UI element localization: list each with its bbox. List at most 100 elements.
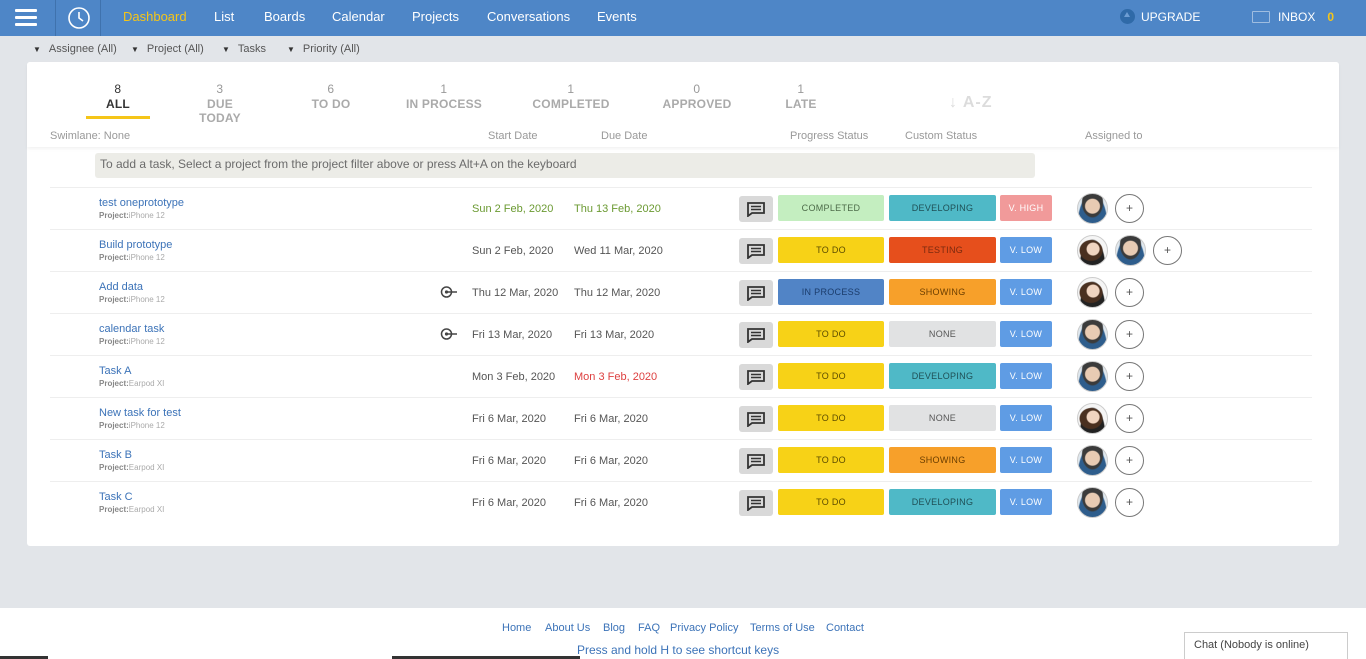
avatar[interactable] — [1115, 235, 1146, 266]
avatar[interactable] — [1077, 403, 1108, 434]
avatar[interactable] — [1077, 235, 1108, 266]
filter-tasks[interactable]: ▼ Tasks — [222, 40, 266, 58]
nav-list[interactable]: List — [214, 0, 234, 36]
task-name-link[interactable]: Task A — [99, 365, 131, 377]
nav-dashboard[interactable]: Dashboard — [123, 0, 187, 36]
comment-button[interactable] — [739, 280, 773, 306]
custom-status-badge[interactable]: SHOWING — [889, 447, 996, 473]
priority-badge[interactable]: V. LOW — [1000, 447, 1052, 473]
add-assignee-button[interactable]: + — [1115, 278, 1144, 307]
priority-badge[interactable]: V. LOW — [1000, 321, 1052, 347]
progress-status-badge[interactable]: TO DO — [778, 447, 884, 473]
add-assignee-button[interactable]: + — [1115, 194, 1144, 223]
sort-az-button[interactable]: ↓ A-Z — [949, 94, 993, 112]
priority-badge[interactable]: V. LOW — [1000, 489, 1052, 515]
priority-badge[interactable]: V. LOW — [1000, 405, 1052, 431]
add-assignee-button[interactable]: + — [1115, 446, 1144, 475]
progress-status-badge[interactable]: TO DO — [778, 405, 884, 431]
add-assignee-button[interactable]: + — [1115, 488, 1144, 517]
due-date-header[interactable]: Due Date — [601, 130, 647, 142]
tab-completed[interactable]: 1 COMPLETED — [531, 82, 611, 111]
custom-status-header[interactable]: Custom Status — [905, 130, 977, 142]
comment-button[interactable] — [739, 196, 773, 222]
task-row[interactable]: Task B Project:Earpod XI Fri 6 Mar, 2020 Fr… — [50, 439, 1312, 481]
dependency-icon[interactable] — [440, 285, 458, 299]
tab-to-do[interactable]: 6 TO DO — [301, 82, 361, 111]
custom-status-badge[interactable]: NONE — [889, 321, 996, 347]
progress-status-badge[interactable]: TO DO — [778, 321, 884, 347]
tab-late[interactable]: 1 LATE — [776, 82, 826, 111]
footer-link-about[interactable]: About Us — [545, 622, 590, 634]
footer-link-privacy[interactable]: Privacy Policy — [670, 622, 738, 634]
tab-due-today[interactable]: 3 DUE TODAY — [185, 82, 255, 125]
custom-status-badge[interactable]: SHOWING — [889, 279, 996, 305]
task-row[interactable]: Task A Project:Earpod XI Mon 3 Feb, 2020 Mo… — [50, 355, 1312, 397]
nav-projects[interactable]: Projects — [412, 0, 459, 36]
progress-status-badge[interactable]: COMPLETED — [778, 195, 884, 221]
priority-badge[interactable]: V. LOW — [1000, 237, 1052, 263]
comment-button[interactable] — [739, 406, 773, 432]
progress-status-badge[interactable]: TO DO — [778, 363, 884, 389]
progress-status-header[interactable]: Progress Status — [790, 130, 868, 142]
task-row[interactable]: test oneprototype Project:iPhone 12 Sun 2 … — [50, 187, 1312, 229]
task-name-link[interactable]: calendar task — [99, 323, 164, 335]
task-row[interactable]: calendar task Project:iPhone 12 Fri 13 Mar… — [50, 313, 1312, 355]
dependency-icon[interactable] — [440, 327, 458, 341]
nav-conversations[interactable]: Conversations — [487, 0, 570, 36]
task-row[interactable]: Add data Project:iPhone 12 Thu 12 Mar, 202… — [50, 271, 1312, 313]
task-name-link[interactable]: Task C — [99, 491, 133, 503]
avatar[interactable] — [1077, 487, 1108, 518]
add-assignee-button[interactable]: + — [1115, 362, 1144, 391]
footer-link-terms[interactable]: Terms of Use — [750, 622, 815, 634]
avatar[interactable] — [1077, 445, 1108, 476]
task-name-link[interactable]: Build prototype — [99, 239, 172, 251]
priority-badge[interactable]: V. LOW — [1000, 363, 1052, 389]
task-name-link[interactable]: Task B — [99, 449, 132, 461]
upgrade-button[interactable]: UPGRADE — [1120, 0, 1200, 36]
custom-status-badge[interactable]: NONE — [889, 405, 996, 431]
comment-button[interactable] — [739, 322, 773, 348]
task-name-link[interactable]: test oneprototype — [99, 197, 184, 209]
filter-project[interactable]: ▼ Project (All) — [131, 40, 204, 58]
avatar[interactable] — [1077, 361, 1108, 392]
avatar[interactable] — [1077, 193, 1108, 224]
comment-button[interactable] — [739, 364, 773, 390]
footer-link-home[interactable]: Home — [502, 622, 531, 634]
menu-icon[interactable] — [15, 9, 37, 27]
add-assignee-button[interactable]: + — [1115, 320, 1144, 349]
task-name-link[interactable]: New task for test — [99, 407, 181, 419]
nav-calendar[interactable]: Calendar — [332, 0, 385, 36]
comment-button[interactable] — [739, 238, 773, 264]
task-row[interactable]: Build prototype Project:iPhone 12 Sun 2 Fe… — [50, 229, 1312, 271]
comment-button[interactable] — [739, 448, 773, 474]
add-assignee-button[interactable]: + — [1115, 404, 1144, 433]
task-row[interactable]: Task C Project:Earpod XI Fri 6 Mar, 2020 Fr… — [50, 481, 1312, 523]
footer-link-faq[interactable]: FAQ — [638, 622, 660, 634]
progress-status-badge[interactable]: IN PROCESS — [778, 279, 884, 305]
tab-approved[interactable]: 0 APPROVED — [657, 82, 737, 111]
progress-status-badge[interactable]: TO DO — [778, 237, 884, 263]
task-name-link[interactable]: Add data — [99, 281, 143, 293]
filter-assignee[interactable]: ▼ Assignee (All) — [33, 40, 117, 58]
clock-icon[interactable] — [55, 0, 101, 36]
nav-events[interactable]: Events — [597, 0, 637, 36]
comment-button[interactable] — [739, 490, 773, 516]
swimlane-label[interactable]: Swimlane: None — [50, 130, 130, 142]
inbox-button[interactable]: INBOX 0 — [1252, 0, 1334, 36]
priority-badge[interactable]: V. LOW — [1000, 279, 1052, 305]
start-date-header[interactable]: Start Date — [488, 130, 538, 142]
avatar[interactable] — [1077, 277, 1108, 308]
filter-priority[interactable]: ▼ Priority (All) — [287, 40, 360, 58]
avatar[interactable] — [1077, 319, 1108, 350]
add-assignee-button[interactable]: + — [1153, 236, 1182, 265]
priority-badge[interactable]: V. HIGH — [1000, 195, 1052, 221]
custom-status-badge[interactable]: DEVELOPING — [889, 489, 996, 515]
tab-in-process[interactable]: 1 IN PROCESS — [404, 82, 484, 111]
custom-status-badge[interactable]: TESTING — [889, 237, 996, 263]
task-row[interactable]: New task for test Project:iPhone 12 Fri 6 … — [50, 397, 1312, 439]
custom-status-badge[interactable]: DEVELOPING — [889, 195, 996, 221]
chat-widget[interactable]: Chat (Nobody is online) — [1184, 632, 1348, 659]
custom-status-badge[interactable]: DEVELOPING — [889, 363, 996, 389]
nav-boards[interactable]: Boards — [264, 0, 305, 36]
progress-status-badge[interactable]: TO DO — [778, 489, 884, 515]
